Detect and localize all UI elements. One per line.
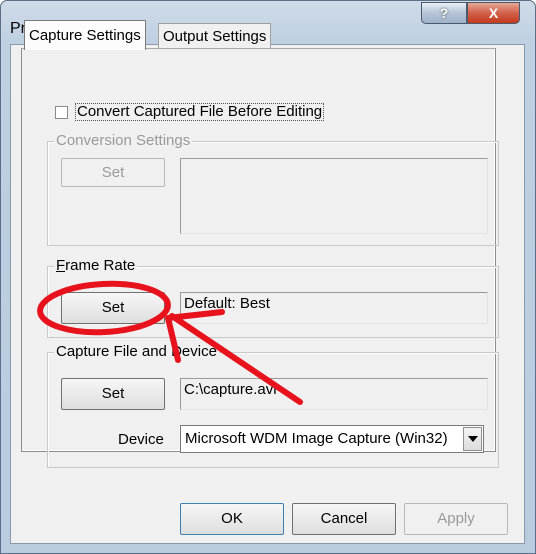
close-button[interactable]: X — [467, 2, 520, 24]
capture-file-legend: Capture File and Device — [54, 343, 219, 360]
device-select-value: Microsoft WDM Image Capture (Win32) — [185, 430, 448, 447]
frame-rate-legend: Frame Rate — [54, 257, 138, 274]
frame-rate-value: Default: Best — [180, 292, 488, 324]
frame-rate-legend-text: rame Rate — [65, 257, 136, 274]
convert-checkbox-label[interactable]: Convert Captured File Before Editing — [75, 103, 325, 121]
tab-output-settings[interactable]: Output Settings — [158, 23, 272, 49]
apply-button[interactable]: Apply — [404, 503, 508, 535]
chevron-down-icon — [468, 436, 478, 442]
convert-checkbox[interactable] — [55, 106, 68, 119]
conversion-settings-box — [180, 158, 488, 234]
conversion-settings-legend: Conversion Settings — [54, 132, 193, 149]
device-label: Device — [118, 431, 164, 448]
capture-file-path: C:\capture.avi — [180, 378, 488, 410]
capture-file-set-button[interactable]: Set — [61, 378, 165, 410]
device-dropdown-button[interactable] — [463, 427, 482, 451]
cancel-button[interactable]: Cancel — [292, 503, 396, 535]
question-mark-icon: ? — [439, 5, 449, 21]
close-icon: X — [488, 5, 499, 21]
frame-rate-set-button[interactable]: Set — [61, 292, 165, 324]
help-button[interactable]: ? — [421, 2, 467, 24]
tab-capture-settings[interactable]: Capture Settings — [24, 20, 146, 50]
conversion-set-button[interactable]: Set — [61, 158, 165, 187]
device-select[interactable]: Microsoft WDM Image Capture (Win32) — [180, 425, 484, 453]
ok-button[interactable]: OK — [180, 503, 284, 535]
